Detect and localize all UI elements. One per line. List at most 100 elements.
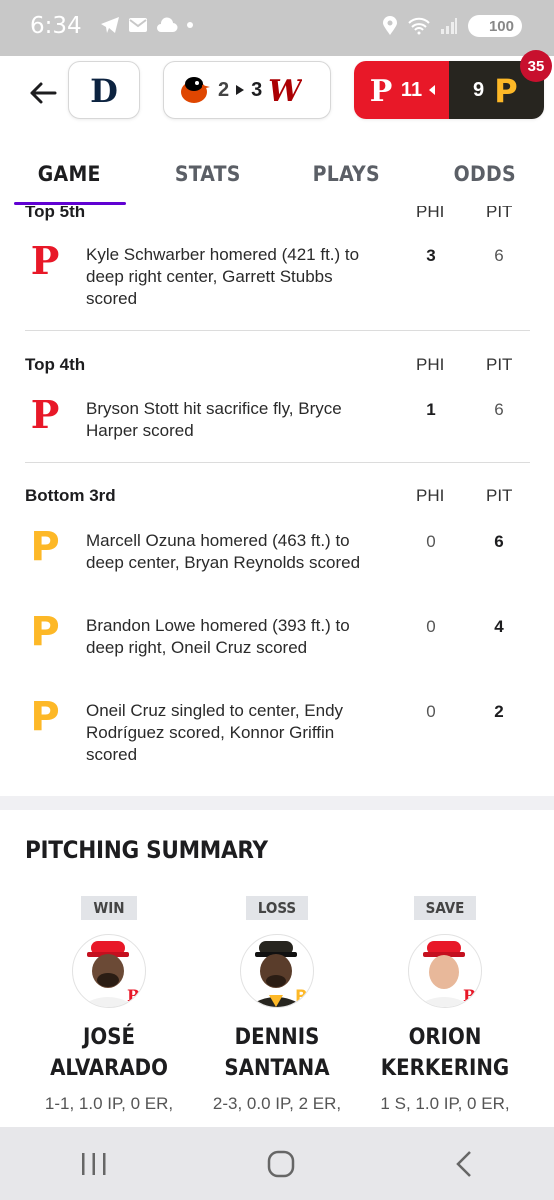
phillies-logo-icon: P <box>370 74 393 107</box>
pitcher-first-name: ORION <box>408 1025 482 1050</box>
tab-stats[interactable]: STATS <box>139 146 278 206</box>
svg-text:P: P <box>31 394 60 434</box>
player-photo-icon: P <box>79 941 139 1007</box>
pitcher-last-name: SANTANA <box>224 1056 330 1081</box>
wsh-score: 3 <box>251 78 263 101</box>
play-score-pit: 2 <box>494 702 504 721</box>
possession-arrow-left-icon <box>429 85 436 95</box>
phi-score-half: P 11 <box>354 61 449 119</box>
notification-icons <box>100 16 194 34</box>
player-photo-icon: P <box>415 941 475 1007</box>
possession-arrow-icon <box>236 85 245 95</box>
play-score-phi: 0 <box>426 532 436 551</box>
pirates-logo-icon: P <box>30 526 59 566</box>
pitcher-last-name: ALVARADO <box>50 1056 168 1081</box>
scoreboard-card-det[interactable]: D <box>68 61 140 119</box>
back-nav-icon[interactable] <box>454 1150 474 1178</box>
scoreboard-card-bal-wsh[interactable]: 2 3 W <box>163 61 331 119</box>
play-score-pit: 6 <box>494 246 504 265</box>
tigers-logo-icon: D <box>90 73 118 107</box>
result-tag: LOSS <box>245 896 309 920</box>
pit-score: 9 <box>472 78 485 101</box>
player-photo-icon: P <box>247 941 307 1007</box>
dot-icon <box>187 22 193 28</box>
svg-text:P: P <box>295 986 307 1005</box>
home-icon[interactable] <box>267 1150 295 1178</box>
phillies-logo-icon: P <box>31 394 60 434</box>
notification-badge[interactable]: 35 <box>520 50 552 82</box>
pirates-logo-icon: P <box>494 73 517 107</box>
svg-text:P: P <box>370 74 393 107</box>
pitcher-name: JOSÉ ALVARADO <box>24 1022 194 1084</box>
play-score-pit: 6 <box>494 532 504 551</box>
recent-apps-icon[interactable] <box>80 1151 108 1177</box>
phi-score: 11 <box>400 78 423 101</box>
play-score-pit: 4 <box>494 617 504 636</box>
location-icon <box>383 16 397 35</box>
play-score-pit: 6 <box>494 400 504 419</box>
col-head-phi: PHI <box>416 486 445 505</box>
inning-header: Bottom 3rd <box>25 486 116 505</box>
col-head-phi: PHI <box>416 206 445 221</box>
system-icons: 100 <box>382 15 522 37</box>
svg-text:P: P <box>463 986 475 1005</box>
svg-text:D: D <box>90 73 118 107</box>
cloud-icon <box>157 17 178 32</box>
play-score-phi: 0 <box>426 702 436 721</box>
bal-score: 2 <box>218 78 230 101</box>
result-tag: SAVE <box>413 896 477 920</box>
status-time: 6:34 <box>30 13 82 39</box>
svg-text:P: P <box>30 696 59 736</box>
pitcher-first-name: JOSÉ <box>83 1025 135 1050</box>
nationals-logo-icon: W <box>268 74 302 107</box>
play-description: Bryson Stott hit sacrifice fly, Bryce Ha… <box>86 399 342 440</box>
pirates-logo-icon: P <box>30 611 59 651</box>
svg-text:P: P <box>31 240 60 280</box>
pitcher-stats: 1 S, 1.0 IP, 0 ER, <box>380 1094 510 1113</box>
play-description: Kyle Schwarber homered (421 ft.) to deep… <box>86 245 360 308</box>
back-arrow-icon[interactable] <box>28 78 58 108</box>
inning-header: Top 4th <box>25 355 86 374</box>
pitcher-card-win[interactable]: WIN P JOSÉ ALVARADO 1-1, 1.0 IP, 0 ER, <box>24 896 194 1118</box>
tab-odds[interactable]: ODDS <box>416 146 554 206</box>
tab-plays[interactable]: PLAYS <box>277 146 416 206</box>
pitcher-name: DENNIS SANTANA <box>192 1022 362 1084</box>
svg-text:P: P <box>30 611 59 651</box>
system-nav-bar <box>0 1127 554 1200</box>
tab-game[interactable]: GAME <box>0 146 139 206</box>
pitcher-last-name: KERKERING <box>380 1056 510 1081</box>
play-description: Marcell Ozuna homered (463 ft.) to deep … <box>86 531 361 572</box>
telegram-icon <box>101 17 119 33</box>
section-separator <box>0 796 554 810</box>
avatar: P <box>72 934 146 1008</box>
active-tab-indicator <box>14 202 126 205</box>
divider <box>25 330 530 331</box>
pitcher-card-loss[interactable]: LOSS P DENNIS SANTANA 2-3, 0.0 IP, 2 ER, <box>192 896 362 1118</box>
svg-text:P: P <box>30 526 59 566</box>
col-head-pit: PIT <box>486 486 513 505</box>
play-score-phi: 3 <box>426 246 436 265</box>
wifi-icon <box>408 17 430 35</box>
scores-header: D 2 3 W P 11 9 P 35 <box>0 50 554 146</box>
mail-icon <box>129 18 147 32</box>
pirates-logo-icon: P <box>30 696 59 736</box>
col-head-phi: PHI <box>416 355 445 374</box>
pitcher-stats: 1-1, 1.0 IP, 0 ER, <box>44 1094 174 1113</box>
scoring-plays: Top 5th PHI PIT P Kyle Schwarber homered… <box>0 206 554 806</box>
svg-text:W: W <box>268 74 302 107</box>
play-score-phi: 1 <box>426 400 436 419</box>
svg-text:P: P <box>127 986 139 1005</box>
pitcher-card-save[interactable]: SAVE P ORION KERKERING 1 S, 1.0 IP, 0 ER… <box>360 896 530 1118</box>
divider <box>25 462 530 463</box>
col-head-pit: PIT <box>486 206 513 221</box>
game-tabs: GAME STATS PLAYS ODDS <box>0 146 554 206</box>
status-bar: 6:34 100 <box>0 0 554 56</box>
avatar: P <box>240 934 314 1008</box>
pitcher-stats: 2-3, 0.0 IP, 2 ER, <box>212 1094 342 1113</box>
scoreboard-card-phi-pit[interactable]: P 11 9 P <box>354 61 544 119</box>
pitching-summary-title: PITCHING SUMMARY <box>25 836 268 864</box>
orioles-logo-icon <box>181 77 210 103</box>
pitcher-name: ORION KERKERING <box>360 1022 530 1084</box>
battery-indicator: 100 <box>468 15 522 37</box>
phillies-logo-icon: P <box>31 240 60 280</box>
